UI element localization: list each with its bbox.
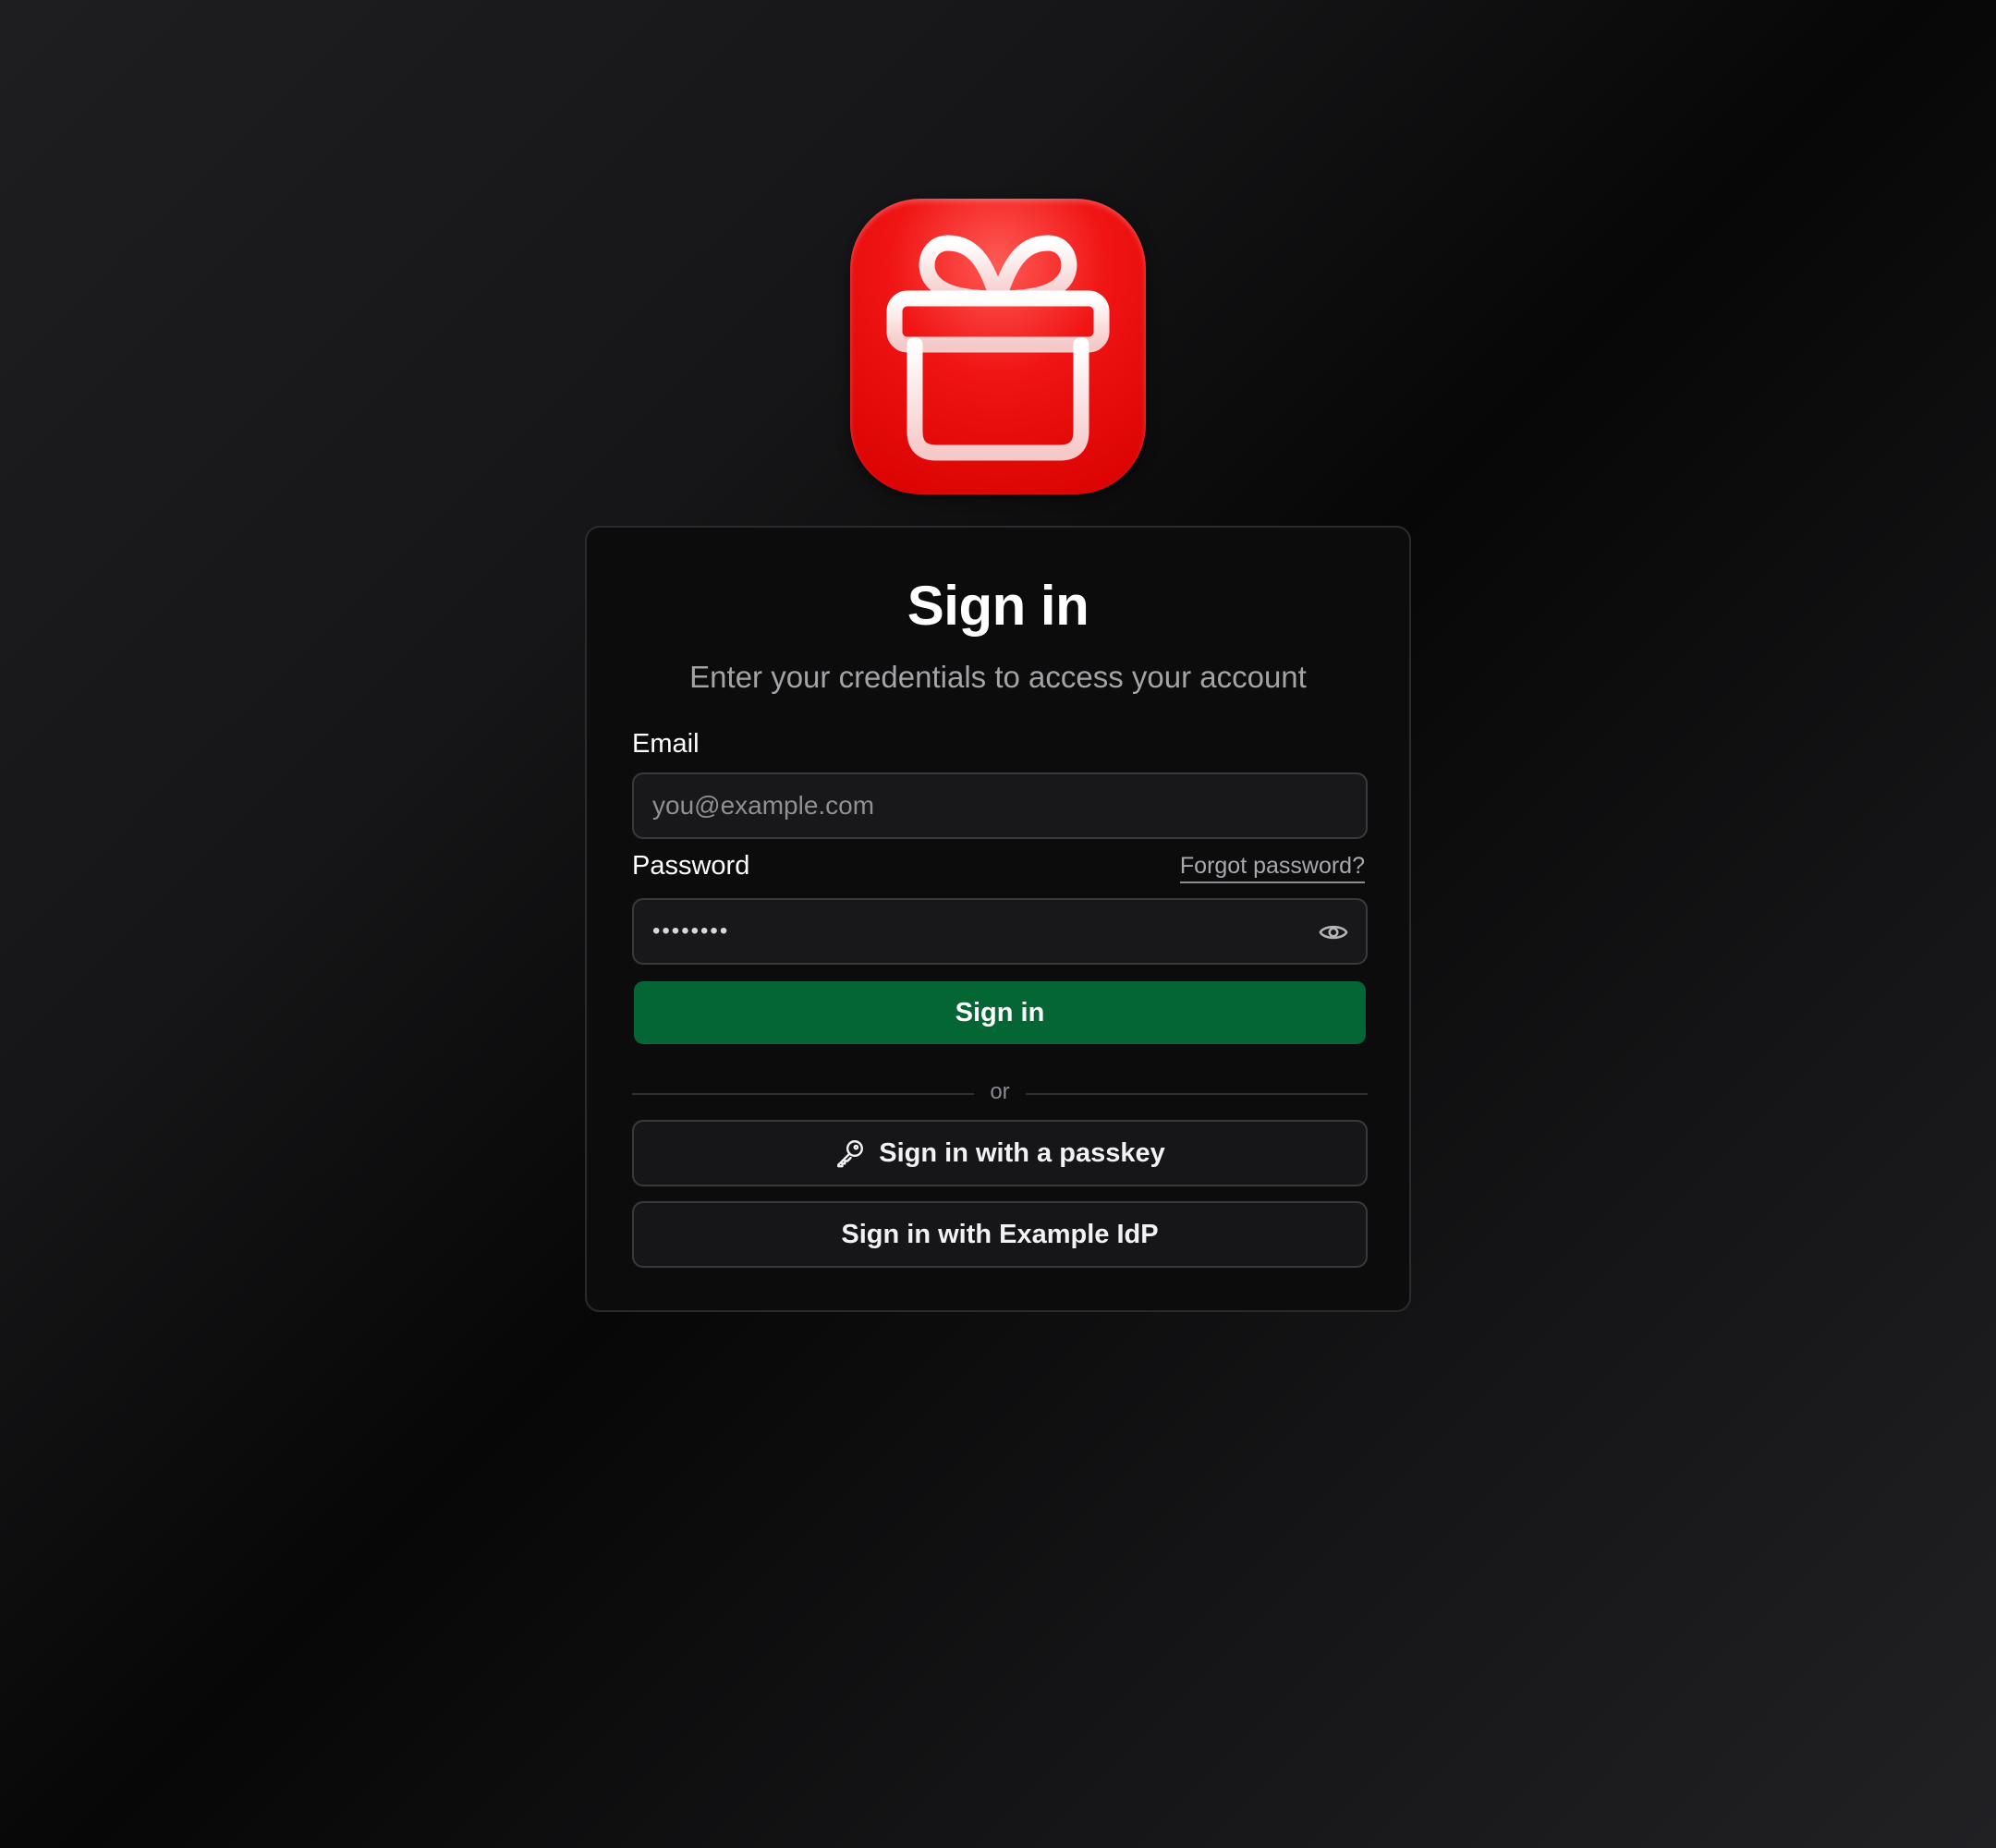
- password-field[interactable]: [652, 918, 1347, 944]
- page-subtitle: Enter your credentials to access your ac…: [689, 660, 1307, 694]
- password-field-container: [632, 898, 1368, 965]
- idp-sign-in-button[interactable]: Sign in with Example IdP: [632, 1201, 1368, 1268]
- email-field[interactable]: [652, 791, 1347, 821]
- key-icon: [837, 1140, 864, 1168]
- email-label: Email: [632, 729, 700, 759]
- page-title: Sign in: [907, 575, 1089, 637]
- forgot-password-link[interactable]: Forgot password?: [1179, 853, 1365, 883]
- password-label: Password: [632, 851, 750, 881]
- idp-button-label: Sign in with Example IdP: [841, 1219, 1159, 1249]
- eye-icon[interactable]: [1318, 917, 1349, 948]
- divider-text: or: [990, 1079, 1010, 1104]
- divider-line-right: [1026, 1093, 1368, 1095]
- email-field-container: [632, 772, 1368, 839]
- gift-icon: [886, 235, 1110, 461]
- sign-in-button[interactable]: Sign in: [634, 981, 1366, 1044]
- passkey-sign-in-button[interactable]: Sign in with a passkey: [632, 1120, 1368, 1186]
- or-divider: or: [632, 1079, 1368, 1107]
- app-logo: [850, 199, 1146, 494]
- passkey-button-label: Sign in with a passkey: [879, 1137, 1165, 1168]
- sign-in-card: Sign in Enter your credentials to access…: [585, 526, 1411, 1312]
- sign-in-button-label: Sign in: [955, 997, 1045, 1027]
